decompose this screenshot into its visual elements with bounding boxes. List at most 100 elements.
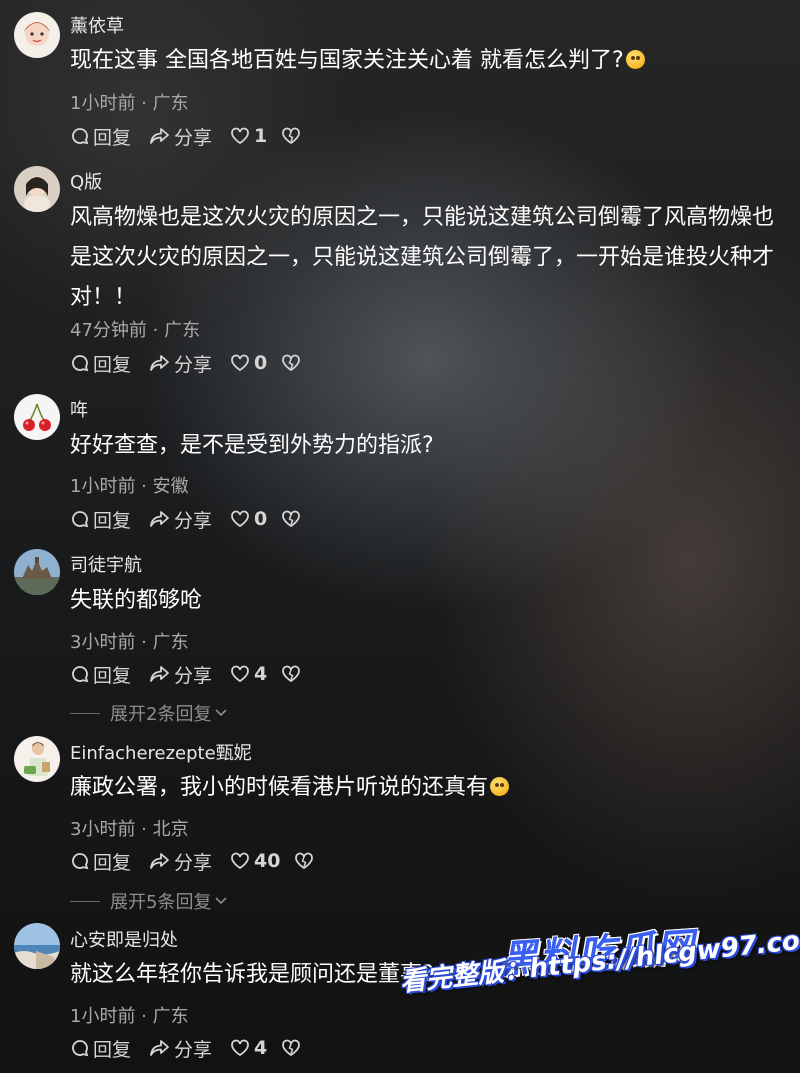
comment-actions: 回复 分享 1 — [70, 122, 319, 150]
comment-item: Einfacherezepte甄妮 廉政公署，我小的时候看港片听说的还真有 3小… — [0, 730, 800, 918]
comment-actions: 回复 分享 0 — [70, 349, 319, 377]
comment-text: 好好查查，是不是受到外势力的指派? — [70, 433, 434, 458]
comment-bubble-icon — [72, 128, 89, 145]
avatar[interactable] — [14, 12, 60, 58]
dislike-button[interactable] — [294, 852, 314, 870]
comment-time: 1小时前 — [70, 93, 136, 114]
share-button[interactable]: 分享 — [149, 506, 212, 533]
share-label: 分享 — [174, 664, 213, 687]
divider — [70, 900, 100, 902]
comment-bubble-icon — [72, 666, 89, 683]
dislike-button[interactable] — [281, 354, 301, 372]
comment-location: 北京 — [152, 819, 189, 840]
avatar[interactable] — [14, 394, 60, 440]
chevron-down-icon — [215, 709, 228, 717]
username[interactable]: Einfacherezepte甄妮 — [70, 739, 252, 765]
dislike-button[interactable] — [281, 665, 301, 683]
reply-label: 回复 — [93, 664, 132, 687]
share-arrow-icon — [150, 853, 169, 869]
like-button[interactable]: 1 — [230, 125, 281, 147]
dislike-button[interactable] — [281, 127, 301, 145]
divider — [70, 712, 100, 714]
comment-location: 广东 — [152, 632, 189, 653]
like-count: 4 — [254, 1037, 268, 1059]
heart-icon — [231, 510, 249, 528]
heart-icon — [231, 665, 249, 683]
broken-heart-icon — [282, 354, 301, 372]
broken-heart-icon — [282, 665, 301, 683]
share-label: 分享 — [174, 851, 213, 874]
avatar[interactable] — [14, 923, 60, 969]
avatar[interactable] — [14, 549, 60, 595]
reply-label: 回复 — [93, 851, 132, 874]
like-count: 1 — [254, 125, 268, 147]
reply-button[interactable]: 回复 — [70, 506, 131, 533]
username[interactable]: 薰依草 — [70, 12, 124, 38]
comment-time: 1小时前 — [70, 476, 136, 497]
username[interactable]: Q版 — [70, 168, 102, 194]
broken-heart-icon — [282, 127, 301, 145]
expand-replies-button[interactable]: 展开5条回复 — [70, 888, 229, 914]
like-button[interactable]: 4 — [230, 663, 281, 685]
dislike-button[interactable] — [281, 1039, 301, 1057]
like-button[interactable]: 0 — [230, 508, 281, 530]
expand-replies-label: 展开5条回复 — [110, 892, 212, 913]
avatar[interactable] — [14, 736, 60, 782]
broken-heart-icon — [282, 1039, 301, 1057]
reply-button[interactable]: 回复 — [70, 848, 131, 875]
reply-button[interactable]: 回复 — [70, 1035, 131, 1062]
share-arrow-icon — [150, 666, 169, 682]
comment-meta: 3小时前 · 广东 — [70, 632, 189, 653]
comment-text: 现在这事 全国各地百姓与国家关注关心着 就看怎么判了? — [70, 41, 792, 81]
broken-heart-icon — [295, 852, 314, 870]
comment-time: 3小时前 — [70, 632, 136, 653]
reply-button[interactable]: 回复 — [70, 350, 131, 377]
share-label: 分享 — [174, 509, 213, 532]
like-button[interactable]: 40 — [230, 850, 294, 872]
comment-text: 风高物燥也是这次火灾的原因之一，只能说这建筑公司倒霉了风高物燥也是这次火灾的原因… — [70, 205, 775, 310]
comment-meta: 1小时前 · 安徽 — [70, 476, 189, 497]
expand-replies-label: 展开2条回复 — [110, 704, 212, 725]
expand-replies-button[interactable]: 展开2条回复 — [70, 700, 229, 726]
comment-time: 47分钟前 — [70, 320, 147, 341]
like-button[interactable]: 0 — [230, 352, 281, 374]
comment-actions: 回复 分享 4 — [70, 1034, 319, 1062]
username[interactable]: 司徒宇航 — [70, 551, 142, 577]
comment-bubble-icon — [72, 511, 89, 528]
share-arrow-icon — [150, 355, 169, 371]
comment-bubble-icon — [72, 1040, 89, 1057]
share-label: 分享 — [174, 353, 213, 376]
username[interactable]: 哖 — [70, 396, 88, 422]
dislike-button[interactable] — [281, 510, 301, 528]
like-button[interactable]: 4 — [230, 1037, 281, 1059]
comment-location: 广东 — [164, 320, 201, 341]
share-button[interactable]: 分享 — [149, 661, 212, 688]
comment-location: 安徽 — [152, 476, 189, 497]
comment-location: 广东 — [152, 93, 189, 114]
share-button[interactable]: 分享 — [149, 1035, 212, 1062]
heart-icon — [231, 1039, 249, 1057]
comment-meta: 1小时前 · 广东 — [70, 93, 189, 114]
heart-icon — [231, 354, 249, 372]
reply-label: 回复 — [93, 1038, 132, 1061]
comment-item: 司徒宇航 失联的都够呛 3小时前 · 广东 回复 分享 4 展开2条回复 — [0, 542, 800, 730]
share-button[interactable]: 分享 — [149, 350, 212, 377]
comment-text: 廉政公署，我小的时候看港片听说的还真有 — [70, 768, 792, 808]
username[interactable]: 心安即是归处 — [70, 926, 178, 952]
comment-text: 失联的都够呛 — [70, 588, 203, 613]
heart-icon — [231, 127, 249, 145]
reply-button[interactable]: 回复 — [70, 123, 131, 150]
reply-button[interactable]: 回复 — [70, 661, 131, 688]
share-button[interactable]: 分享 — [149, 123, 212, 150]
share-label: 分享 — [174, 1038, 213, 1061]
comment-actions: 回复 分享 0 — [70, 505, 319, 533]
comment-meta: 47分钟前 · 广东 — [70, 320, 201, 341]
share-arrow-icon — [150, 128, 169, 144]
comment-bubble-icon — [72, 853, 89, 870]
grinning-face-icon — [490, 777, 510, 796]
comment-actions: 回复 分享 40 — [70, 847, 332, 875]
share-button[interactable]: 分享 — [149, 848, 212, 875]
comment-time: 3小时前 — [70, 819, 136, 840]
avatar[interactable] — [14, 166, 60, 212]
comment-location: 广东 — [152, 1006, 189, 1027]
